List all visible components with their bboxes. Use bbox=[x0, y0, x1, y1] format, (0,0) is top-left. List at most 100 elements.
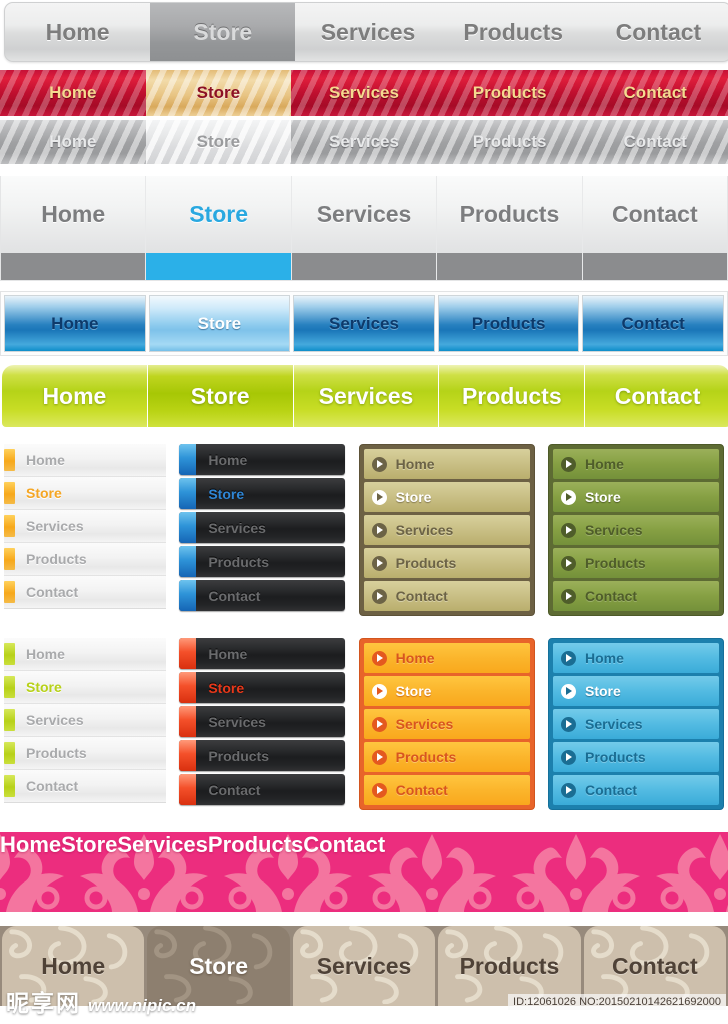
nav-item-products[interactable]: Products bbox=[437, 295, 580, 352]
nav-item-contact[interactable]: Contact bbox=[303, 832, 385, 912]
nav-bar-silver: Home Store Services Products Contact bbox=[4, 2, 728, 62]
nav-item-store[interactable]: Store bbox=[145, 70, 292, 116]
nav-label: Products bbox=[463, 18, 564, 45]
nav-item-products[interactable]: Products bbox=[208, 832, 303, 912]
menu-item-services[interactable]: Services bbox=[363, 515, 530, 545]
menu-item-home[interactable]: Home bbox=[363, 449, 530, 479]
nav-item-contact[interactable]: Contact bbox=[582, 176, 728, 280]
menu-item-products[interactable]: Products bbox=[552, 742, 719, 772]
nav-item-products[interactable]: Products bbox=[441, 3, 586, 61]
menu-item-home[interactable]: Home bbox=[4, 444, 166, 477]
nav-item-contact[interactable]: Contact bbox=[582, 70, 728, 116]
menu-item-store[interactable]: Store bbox=[179, 478, 346, 509]
menu-item-home[interactable]: Home bbox=[179, 638, 346, 669]
menu-item-products[interactable]: Products bbox=[4, 737, 166, 770]
nav-item-products[interactable]: Products bbox=[437, 176, 583, 280]
menu-label: Services bbox=[26, 518, 84, 534]
menu-label: Contact bbox=[26, 584, 79, 600]
nav-item-home[interactable]: Home bbox=[0, 120, 146, 164]
play-circle-icon bbox=[371, 650, 387, 666]
menu-item-contact[interactable]: Contact bbox=[179, 580, 346, 611]
menu-item-services[interactable]: Services bbox=[179, 706, 346, 737]
nav-item-services[interactable]: Services bbox=[293, 365, 440, 427]
nav-item-services[interactable]: Services bbox=[291, 176, 438, 280]
nav-bar-blue-buttons: Home Store Services Products Contact bbox=[0, 291, 728, 356]
menu-item-products[interactable]: Products bbox=[4, 543, 166, 576]
menu-item-home[interactable]: Home bbox=[552, 643, 719, 673]
menu-item-contact[interactable]: Contact bbox=[363, 581, 530, 611]
watermark-id: ID:12061026 NO:20150210142621692000 bbox=[508, 994, 726, 1010]
menu-item-store[interactable]: Store bbox=[363, 482, 530, 512]
menu-item-store[interactable]: Store bbox=[4, 477, 166, 510]
nav-item-contact[interactable]: Contact bbox=[585, 365, 728, 427]
marker-square-icon bbox=[4, 676, 15, 698]
menu-label: Home bbox=[584, 456, 624, 472]
nav-item-home[interactable]: Home bbox=[0, 70, 146, 116]
menu-label: Home bbox=[584, 650, 624, 666]
menu-item-home[interactable]: Home bbox=[179, 444, 346, 475]
menu-item-contact[interactable]: Contact bbox=[179, 774, 346, 805]
nav-label: Store bbox=[193, 18, 253, 45]
menu-item-products[interactable]: Products bbox=[552, 548, 719, 578]
menu-item-home[interactable]: Home bbox=[552, 449, 719, 479]
nav-item-services[interactable]: Services bbox=[293, 295, 435, 352]
nav-item-home[interactable]: Home bbox=[1, 176, 147, 280]
nav-item-contact[interactable]: Contact bbox=[582, 295, 724, 352]
nav-item-services[interactable]: Services bbox=[291, 120, 437, 164]
nav-label: Home bbox=[45, 18, 110, 45]
menu-item-store[interactable]: Store bbox=[4, 671, 166, 704]
menu-item-contact[interactable]: Contact bbox=[363, 775, 530, 805]
menu-item-contact[interactable]: Contact bbox=[552, 581, 719, 611]
menu-item-contact[interactable]: Contact bbox=[4, 770, 166, 803]
menu-label: Store bbox=[26, 485, 62, 501]
menu-item-contact[interactable]: Contact bbox=[552, 775, 719, 805]
nav-item-services[interactable]: Services bbox=[117, 832, 208, 912]
menu-label: Store bbox=[584, 489, 621, 505]
menu-item-services[interactable]: Services bbox=[4, 510, 166, 543]
play-circle-icon bbox=[371, 522, 387, 538]
menu-label: Store bbox=[395, 683, 432, 699]
nav-item-products[interactable]: Products bbox=[437, 120, 583, 164]
nav-item-store[interactable]: Store bbox=[148, 295, 291, 352]
nav-item-store[interactable]: Store bbox=[145, 120, 292, 164]
nav-item-store[interactable]: Store bbox=[146, 176, 292, 280]
menu-item-store[interactable]: Store bbox=[363, 676, 530, 706]
menu-item-products[interactable]: Products bbox=[179, 546, 346, 577]
nav-label: Services bbox=[318, 382, 414, 409]
menu-item-services[interactable]: Services bbox=[363, 709, 530, 739]
nav-item-home[interactable]: Home bbox=[0, 832, 61, 912]
menu-item-services[interactable]: Services bbox=[4, 704, 166, 737]
menu-item-products[interactable]: Products bbox=[363, 548, 530, 578]
menu-lime-light: Home Store Services Products Contact bbox=[4, 638, 166, 810]
nav-item-services[interactable]: Services bbox=[295, 3, 440, 61]
tab-underline bbox=[291, 253, 437, 280]
nav-item-products[interactable]: Products bbox=[439, 365, 586, 427]
nav-item-home[interactable]: Home bbox=[2, 365, 148, 427]
nav-item-store[interactable]: Store bbox=[147, 365, 294, 427]
menu-item-services[interactable]: Services bbox=[552, 515, 719, 545]
menu-item-products[interactable]: Products bbox=[363, 742, 530, 772]
nav-item-services[interactable]: Services bbox=[292, 926, 436, 1006]
nav-item-contact[interactable]: Contact bbox=[582, 120, 728, 164]
nav-item-services[interactable]: Services bbox=[291, 70, 437, 116]
nav-item-products[interactable]: Products bbox=[437, 70, 583, 116]
nav-item-store[interactable]: Store bbox=[61, 832, 117, 912]
nav-item-store[interactable]: Store bbox=[150, 3, 296, 61]
menu-item-home[interactable]: Home bbox=[363, 643, 530, 673]
nav-item-home[interactable]: Home bbox=[4, 295, 146, 352]
nav-label: Contact bbox=[612, 952, 698, 979]
menu-item-products[interactable]: Products bbox=[179, 740, 346, 771]
menu-item-store[interactable]: Store bbox=[552, 482, 719, 512]
tab-underline bbox=[582, 253, 728, 280]
menu-dark-blue: Home Store Services Products Contact bbox=[179, 444, 346, 616]
menu-item-store[interactable]: Store bbox=[552, 676, 719, 706]
nav-label: Contact bbox=[614, 382, 701, 409]
menu-item-services[interactable]: Services bbox=[552, 709, 719, 739]
nav-label: Store bbox=[196, 132, 241, 151]
menu-item-contact[interactable]: Contact bbox=[4, 576, 166, 609]
nav-item-home[interactable]: Home bbox=[5, 3, 150, 61]
menu-item-store[interactable]: Store bbox=[179, 672, 346, 703]
nav-item-contact[interactable]: Contact bbox=[586, 3, 728, 61]
menu-item-home[interactable]: Home bbox=[4, 638, 166, 671]
menu-item-services[interactable]: Services bbox=[179, 512, 346, 543]
